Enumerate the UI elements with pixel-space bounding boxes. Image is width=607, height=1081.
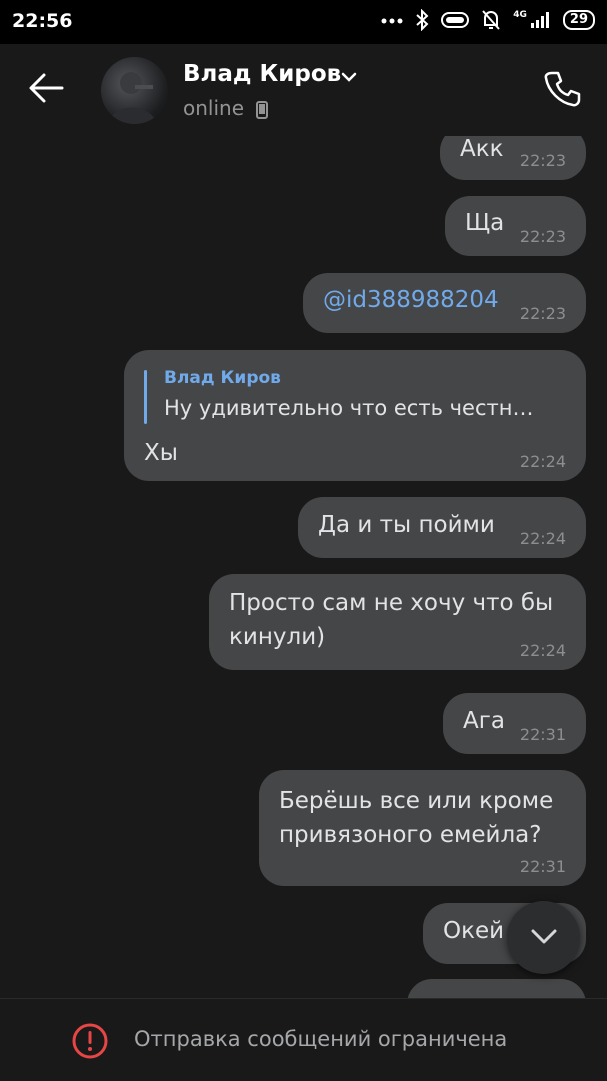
warning-icon bbox=[72, 1023, 108, 1059]
scroll-to-bottom-button[interactable] bbox=[507, 901, 580, 974]
status-bar: 22:56 4G 29 bbox=[0, 0, 607, 44]
back-arrow-icon[interactable] bbox=[28, 72, 64, 104]
message-time: 22:23 bbox=[519, 227, 566, 246]
bluetooth-icon bbox=[416, 9, 429, 31]
signal-icon bbox=[530, 12, 549, 28]
message-bubble[interactable]: Акк 22:23 bbox=[440, 136, 586, 180]
battery-indicator: 29 bbox=[562, 10, 595, 30]
reply-author: Влад Киров bbox=[164, 368, 281, 388]
message-bubble[interactable]: Берёшь все или кроме привязоного емейла?… bbox=[259, 770, 586, 886]
message-bubble[interactable]: Ща 22:23 bbox=[445, 196, 586, 256]
message-bubble[interactable]: Просто сам не хочу что бы кинули) 22:24 bbox=[209, 574, 586, 670]
restriction-bar: Отправка сообщений ограничена bbox=[0, 998, 607, 1081]
message-time: 22:31 bbox=[519, 725, 566, 744]
message-time: 22:23 bbox=[519, 304, 566, 323]
status-icons: 4G 29 bbox=[381, 9, 595, 31]
message-text: Берёшь все или кроме привязоного емейла? bbox=[279, 788, 554, 848]
reply-text: Ну удивительно что есть честн… bbox=[164, 396, 534, 420]
dots-icon bbox=[381, 18, 403, 24]
restriction-text: Отправка сообщений ограничена bbox=[134, 1027, 508, 1051]
mobile-device-icon bbox=[256, 101, 268, 119]
avatar[interactable] bbox=[101, 57, 168, 124]
mention-link[interactable]: @id388988204 bbox=[323, 283, 499, 317]
message-bubble[interactable] bbox=[407, 979, 586, 998]
message-bubble[interactable]: Да и ты пойми 22:24 bbox=[298, 497, 586, 558]
message-text: Просто сам не хочу что бы кинули) bbox=[229, 590, 554, 650]
message-text: Ага bbox=[463, 708, 505, 734]
message-bubble[interactable]: @id388988204 22:23 bbox=[303, 273, 586, 333]
message-text: Ща bbox=[465, 210, 505, 236]
mute-bell-icon bbox=[482, 10, 500, 30]
message-time: 22:24 bbox=[519, 452, 566, 471]
message-text: Акк bbox=[460, 136, 504, 162]
message-bubble[interactable]: Ага 22:31 bbox=[443, 693, 586, 754]
contact-name[interactable]: Влад Киров bbox=[183, 61, 341, 87]
message-time: 22:24 bbox=[519, 529, 566, 548]
message-text: Да и ты пойми bbox=[318, 512, 495, 538]
phone-call-icon[interactable] bbox=[543, 70, 581, 108]
chevron-down-icon bbox=[531, 929, 557, 944]
message-time: 22:31 bbox=[519, 857, 566, 876]
chevron-down-icon[interactable] bbox=[341, 72, 357, 82]
reply-indicator bbox=[144, 370, 147, 424]
message-list[interactable]: Акк 22:23 Ща 22:23 @id388988204 22:23 Вл… bbox=[0, 136, 607, 998]
vpn-icon bbox=[441, 12, 470, 28]
message-time: 22:24 bbox=[519, 641, 566, 660]
status-time: 22:56 bbox=[12, 10, 73, 32]
reply-message-bubble[interactable]: Влад Киров Ну удивительно что есть честн… bbox=[124, 350, 586, 481]
contact-status: online bbox=[183, 96, 245, 120]
avatar-image bbox=[109, 72, 157, 124]
message-text: Окей bbox=[443, 918, 505, 944]
chat-header: Влад Киров online bbox=[0, 44, 607, 136]
message-time: 22:23 bbox=[519, 151, 566, 170]
network-label: 4G bbox=[513, 10, 527, 20]
message-text: Хы bbox=[144, 440, 178, 466]
